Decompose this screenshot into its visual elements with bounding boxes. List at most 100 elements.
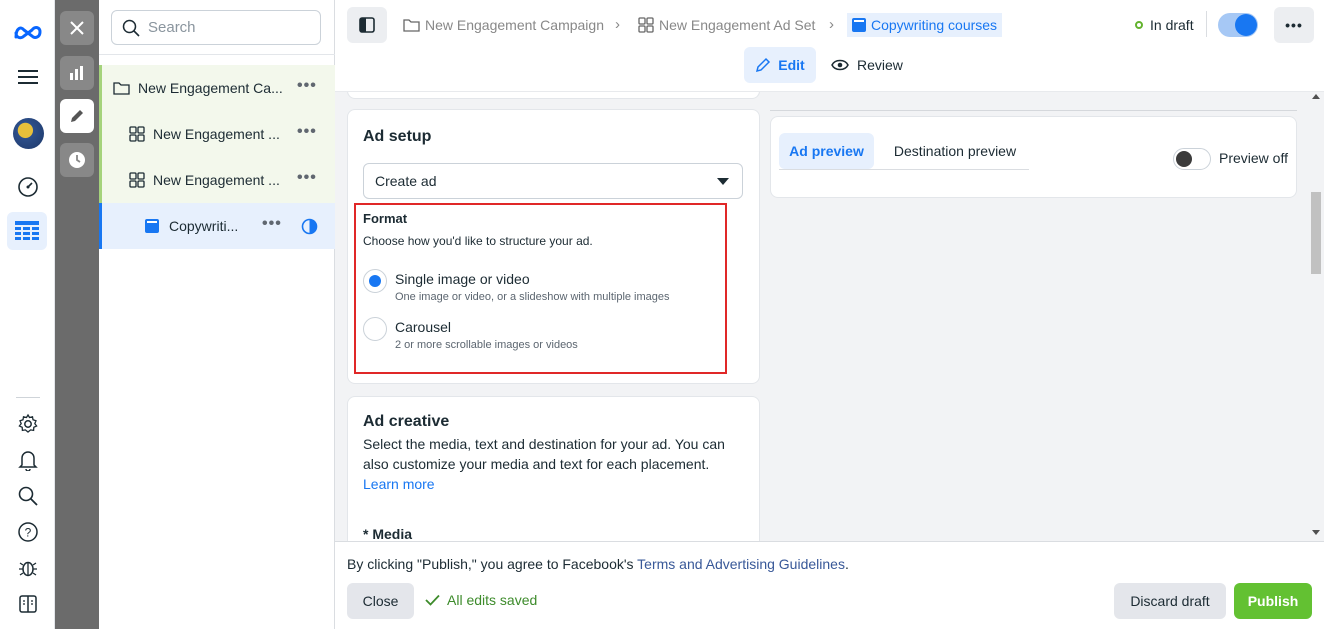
tab-review[interactable]: Review <box>831 47 903 83</box>
dashboard-gauge-icon[interactable] <box>11 170 45 204</box>
scroll-up-icon[interactable] <box>1312 94 1320 99</box>
report-bug-icon[interactable] <box>11 551 45 585</box>
campaign-tree: Search New Engagement Ca... ••• New Enga… <box>99 0 335 629</box>
meta-logo-icon[interactable] <box>11 15 45 49</box>
chevron-down-icon <box>717 178 729 185</box>
toggle-sidebar-icon[interactable] <box>347 7 387 43</box>
tree-item-campaign[interactable]: New Engagement Ca... ••• <box>99 65 335 111</box>
more-options-icon[interactable]: ••• <box>297 169 317 187</box>
draft-status-label: In draft <box>1150 17 1194 33</box>
status-half-circle-icon <box>301 218 318 235</box>
tab-destination-preview[interactable]: Destination preview <box>879 133 1031 169</box>
close-button[interactable]: Close <box>347 583 414 619</box>
radio-unselected[interactable] <box>363 317 387 341</box>
format-option-carousel[interactable]: Carousel 2 or more scrollable images or … <box>363 315 713 355</box>
draft-dot-icon <box>1135 21 1143 29</box>
close-icon[interactable] <box>60 11 94 45</box>
option-description: 2 or more scrollable images or videos <box>395 339 578 351</box>
scrollbar-thumb[interactable] <box>1311 192 1321 274</box>
format-title: Format <box>363 211 408 226</box>
scrollbar[interactable] <box>1308 92 1324 541</box>
ad-icon <box>145 219 159 233</box>
notifications-bell-icon[interactable] <box>11 443 45 477</box>
editor-content: Ad setup Create ad Format Choose how you… <box>335 92 1324 541</box>
tree-item-ad[interactable]: Copywriti... ••• <box>99 203 335 249</box>
tab-review-label: Review <box>857 57 903 73</box>
save-status-label: All edits saved <box>447 592 538 608</box>
tree-item-label: New Engagement Ca... <box>138 80 283 96</box>
tree-item-label: New Engagement ... <box>153 126 280 142</box>
side-panel-icon[interactable] <box>11 587 45 621</box>
publish-notice: By clicking "Publish," you agree to Face… <box>347 556 849 572</box>
campaign-on-toggle[interactable] <box>1218 13 1258 37</box>
charts-icon[interactable] <box>60 56 94 90</box>
format-description: Choose how you'd like to structure your … <box>363 234 593 248</box>
settings-gear-icon[interactable] <box>11 407 45 441</box>
breadcrumb-label: New Engagement Campaign <box>425 17 604 33</box>
preview-toggle-label: Preview off <box>1219 150 1288 166</box>
chevron-right-icon: › <box>829 16 834 33</box>
discard-draft-button[interactable]: Discard draft <box>1114 583 1226 619</box>
tab-edit-label: Edit <box>778 57 805 73</box>
tree-item-adset[interactable]: New Engagement ... ••• <box>99 111 335 157</box>
save-status: All edits saved <box>425 592 537 608</box>
notice-text: By clicking "Publish," you agree to Face… <box>347 556 638 572</box>
option-label: Carousel <box>395 319 452 335</box>
ad-type-select-value: Create ad <box>375 173 437 189</box>
svg-text:?: ? <box>25 526 32 540</box>
search-icon <box>122 19 140 37</box>
editor-header: New Engagement Campaign › New Engagement… <box>335 0 1324 92</box>
preview-toggle[interactable] <box>1173 148 1211 170</box>
breadcrumb-campaign[interactable]: New Engagement Campaign <box>403 13 604 37</box>
notice-end: . <box>844 556 849 572</box>
edit-pencil-icon <box>756 57 771 73</box>
left-rail: ? <box>0 0 55 629</box>
tool-strip <box>55 0 99 629</box>
preview-card: Ad preview Destination preview Preview o… <box>770 116 1297 198</box>
learn-more-link[interactable]: Learn more <box>363 474 435 494</box>
ad-creative-card: Ad creative Select the media, text and d… <box>347 396 760 541</box>
eye-icon <box>831 59 849 71</box>
check-icon <box>425 594 440 606</box>
tab-ad-preview[interactable]: Ad preview <box>779 133 874 169</box>
editor-footer: By clicking "Publish," you agree to Face… <box>335 541 1324 629</box>
breadcrumb-label: Copywriting courses <box>871 17 998 33</box>
adset-grid-icon <box>129 172 145 188</box>
ad-creative-title: Ad creative <box>363 413 450 430</box>
ad-setup-card: Ad setup Create ad Format Choose how you… <box>347 109 760 384</box>
format-highlight-box: Format Choose how you'd like to structur… <box>354 203 727 374</box>
rail-divider <box>16 397 40 398</box>
tab-edit[interactable]: Edit <box>744 47 816 83</box>
more-options-icon[interactable]: ••• <box>1274 7 1314 43</box>
more-options-icon[interactable]: ••• <box>297 123 317 141</box>
ad-setup-title: Ad setup <box>363 128 432 145</box>
ads-manager-table-icon[interactable] <box>7 212 47 250</box>
history-clock-icon[interactable] <box>60 143 94 177</box>
option-description: One image or video, or a slideshow with … <box>395 291 670 303</box>
terms-link[interactable]: Terms and Advertising Guidelines <box>637 556 845 572</box>
media-label: * Media <box>363 526 413 541</box>
format-option-single[interactable]: Single image or video One image or video… <box>363 267 713 307</box>
scroll-down-icon[interactable] <box>1312 530 1320 535</box>
account-avatar[interactable] <box>11 116 45 150</box>
edit-pencil-icon[interactable] <box>60 99 94 133</box>
adset-grid-icon <box>129 126 145 142</box>
breadcrumb-ad[interactable]: Copywriting courses <box>847 13 1003 37</box>
more-options-icon[interactable]: ••• <box>262 215 282 233</box>
breadcrumb-adset[interactable]: New Engagement Ad Set <box>638 13 815 37</box>
menu-icon[interactable] <box>11 60 45 94</box>
adset-grid-icon <box>638 17 654 33</box>
tree-item-label: New Engagement ... <box>153 172 280 188</box>
publish-button[interactable]: Publish <box>1234 583 1312 619</box>
folder-icon <box>403 19 420 32</box>
chevron-right-icon: › <box>615 16 620 33</box>
option-label: Single image or video <box>395 271 530 287</box>
search-icon[interactable] <box>11 479 45 513</box>
radio-selected[interactable] <box>363 269 387 293</box>
help-icon[interactable]: ? <box>11 515 45 549</box>
search-input[interactable]: Search <box>111 10 321 45</box>
ad-type-select[interactable]: Create ad <box>363 163 743 199</box>
tree-item-adset[interactable]: New Engagement ... ••• <box>99 157 335 203</box>
more-options-icon[interactable]: ••• <box>297 77 317 95</box>
draft-status: In draft <box>1135 17 1194 33</box>
